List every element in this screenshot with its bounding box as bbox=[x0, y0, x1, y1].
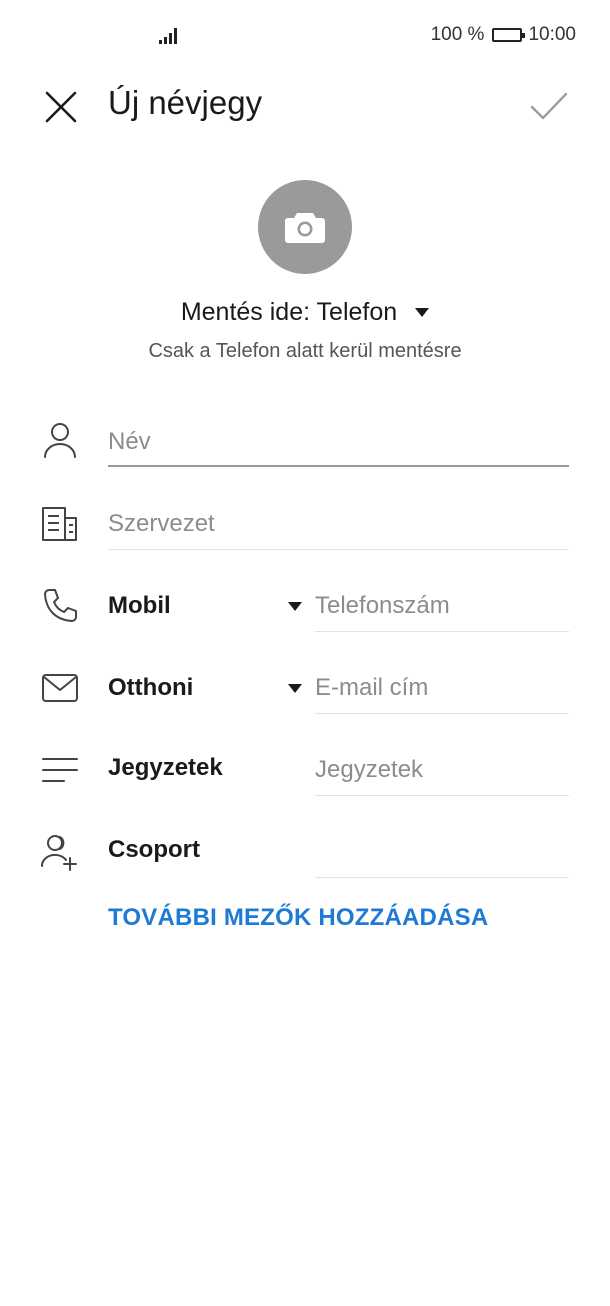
page-title: Új névjegy bbox=[108, 84, 263, 121]
dropdown-arrow-icon bbox=[415, 308, 430, 317]
envelope-icon bbox=[42, 674, 78, 702]
email-type-label: Otthoni bbox=[108, 674, 194, 701]
email-underline bbox=[315, 713, 569, 714]
battery-icon bbox=[492, 28, 526, 42]
add-more-fields-button[interactable]: TOVÁBBI MEZŐK HOZZÁADÁSA bbox=[108, 904, 488, 932]
notes-icon bbox=[42, 758, 78, 782]
phone-type-select[interactable]: Mobil bbox=[108, 590, 303, 622]
save-location-selector[interactable]: Mentés ide: Telefon bbox=[0, 298, 610, 327]
organization-input[interactable] bbox=[108, 508, 568, 540]
camera-icon bbox=[285, 213, 325, 243]
organization-icon bbox=[42, 507, 77, 541]
phone-number-input[interactable] bbox=[315, 590, 569, 622]
clock: 10:00 bbox=[528, 24, 576, 45]
organization-underline bbox=[108, 549, 569, 550]
name-underline bbox=[108, 465, 569, 467]
group-select[interactable] bbox=[315, 830, 569, 876]
notes-input[interactable] bbox=[315, 754, 569, 786]
save-location-label: Mentés ide: Telefon bbox=[180, 298, 398, 326]
phone-type-label: Mobil bbox=[108, 592, 171, 619]
phone-underline bbox=[315, 631, 569, 632]
person-icon bbox=[44, 423, 76, 458]
phone-icon bbox=[44, 589, 77, 622]
group-add-icon bbox=[40, 835, 77, 871]
email-input[interactable] bbox=[315, 672, 569, 704]
notes-label: Jegyzetek bbox=[108, 754, 223, 781]
dropdown-arrow-icon bbox=[288, 602, 302, 611]
battery-percent: 100 % bbox=[430, 24, 485, 45]
save-location-note: Csak a Telefon alatt kerül mentésre bbox=[148, 340, 462, 362]
dropdown-arrow-icon bbox=[288, 684, 302, 693]
email-type-select[interactable]: Otthoni bbox=[108, 672, 303, 704]
status-bar-right: 100 % 10:00 bbox=[431, 24, 576, 46]
group-label: Csoport bbox=[108, 836, 200, 863]
group-underline bbox=[315, 877, 569, 878]
close-icon[interactable] bbox=[42, 88, 80, 126]
signal-icon bbox=[159, 28, 177, 44]
name-input[interactable] bbox=[108, 426, 568, 458]
notes-underline bbox=[315, 795, 569, 796]
check-icon[interactable] bbox=[528, 86, 570, 126]
add-photo-button[interactable] bbox=[258, 180, 352, 274]
